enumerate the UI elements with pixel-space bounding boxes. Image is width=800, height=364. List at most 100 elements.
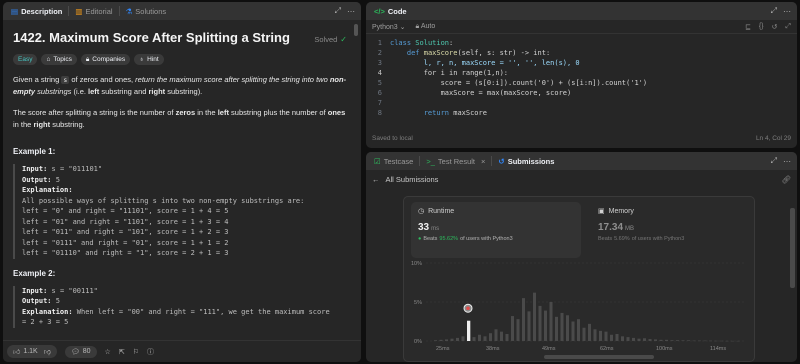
histogram-bar bbox=[505, 333, 509, 341]
runtime-value: 33 ms bbox=[418, 222, 440, 233]
language-select[interactable]: Python3 ⌄ bbox=[372, 23, 406, 31]
histogram-bar bbox=[670, 340, 674, 341]
editor-statusbar: Saved to local Ln 4, Col 29 bbox=[366, 128, 797, 148]
x-tick-label: 38ms bbox=[486, 346, 500, 352]
x-tick-label: 62ms bbox=[600, 346, 614, 352]
histogram-bar bbox=[445, 339, 449, 341]
memory-card[interactable]: ▣ Memory 17.34 MB Beats 5.69% of users wit… bbox=[591, 202, 751, 258]
all-submissions-link[interactable]: All Submissions bbox=[386, 175, 439, 184]
memory-beats: Beats 5.69% of users with Python3 bbox=[598, 236, 685, 242]
tab-editorial[interactable]: ▥ Editorial bbox=[71, 4, 116, 18]
histogram-bar bbox=[643, 338, 647, 341]
user-avatar-dot bbox=[466, 306, 470, 311]
companies-button[interactable]: 🔒︎ Companies bbox=[80, 54, 131, 65]
history-icon: ↺ bbox=[498, 156, 505, 166]
close-icon[interactable]: × bbox=[481, 157, 485, 166]
topics-button[interactable]: ⌂ Topics bbox=[41, 54, 77, 65]
more-icon[interactable]: ⋯ bbox=[347, 7, 355, 16]
histogram-bar bbox=[604, 331, 608, 341]
histogram-bar bbox=[439, 339, 443, 341]
histogram-bar bbox=[522, 298, 526, 341]
editorial-icon: ▥ bbox=[75, 6, 83, 16]
memory-value: 17.34 MB bbox=[598, 222, 635, 233]
histogram-bar bbox=[632, 337, 636, 341]
histogram-bar bbox=[516, 319, 520, 341]
feedback-icon[interactable]: ⚐ bbox=[133, 348, 139, 356]
tab-solutions[interactable]: ⚗ Solutions bbox=[122, 4, 171, 18]
terminal-icon: >_ bbox=[426, 156, 435, 166]
histogram-bar bbox=[483, 336, 487, 341]
code-editor[interactable]: 1 class Solution: 2 def maxScore(self, s:… bbox=[366, 34, 797, 126]
histogram-bar bbox=[434, 340, 438, 341]
histogram-bar bbox=[698, 340, 702, 342]
solutions-icon: ⚗ bbox=[125, 6, 133, 16]
expand-icon[interactable]: ⤢ bbox=[771, 6, 777, 16]
lightbulb-icon: ♁ bbox=[139, 56, 145, 63]
tab-test-result[interactable]: >_ Test Result × bbox=[422, 154, 489, 168]
tab-testcase[interactable]: ☑ Testcase bbox=[370, 154, 417, 168]
autocomplete-toggle[interactable]: 🔒︎ Auto bbox=[416, 23, 436, 31]
y-tick-label: 5% bbox=[414, 300, 422, 306]
reset-icon[interactable]: ↺ bbox=[772, 23, 778, 31]
tab-code[interactable]: </> Code bbox=[370, 4, 411, 18]
help-icon[interactable]: ⓘ bbox=[147, 347, 154, 357]
more-icon[interactable]: ⋯ bbox=[783, 157, 791, 166]
link-icon[interactable]: 🔗︎ bbox=[781, 175, 791, 184]
fullscreen-icon[interactable]: ⤢ bbox=[785, 23, 791, 31]
expand-icon[interactable]: ⤢ bbox=[335, 6, 341, 16]
save-status: Saved to local bbox=[372, 134, 413, 142]
chip-icon: ▣ bbox=[598, 208, 605, 215]
hint-button[interactable]: ♁ Hint bbox=[134, 54, 164, 65]
histogram-bar bbox=[478, 334, 482, 341]
histogram-bar bbox=[610, 334, 614, 341]
histogram-bar bbox=[687, 340, 691, 341]
difficulty-badge: Easy bbox=[13, 54, 38, 65]
histogram-bar bbox=[456, 337, 460, 341]
problem-content: 1422. Maximum Score After Splitting a St… bbox=[3, 20, 361, 334]
code-icon: </> bbox=[374, 6, 385, 16]
histogram-bar bbox=[538, 305, 542, 341]
example-1-heading: Example 1: bbox=[13, 147, 56, 156]
share-icon[interactable]: ⇱ bbox=[119, 348, 125, 356]
histogram-bar bbox=[692, 340, 696, 342]
tab-description[interactable]: ▤ Description bbox=[7, 4, 66, 18]
tab-divider bbox=[68, 6, 70, 16]
description-tabbar: ▤ Description ▥ Editorial ⚗ Solutions ⤢ … bbox=[3, 2, 361, 20]
submissions-header: ← All Submissions 🔗︎ bbox=[366, 170, 797, 188]
editor-actions: ⊑ {} ↺ ⤢ bbox=[745, 23, 791, 31]
more-icon[interactable]: ⋯ bbox=[783, 7, 791, 16]
tab-submissions[interactable]: ↺ Submissions bbox=[494, 154, 558, 168]
histogram-bar bbox=[527, 311, 531, 341]
code-toolbar: Python3 ⌄ 🔒︎ Auto ⊑ {} ↺ ⤢ bbox=[366, 20, 797, 34]
format-braces-icon[interactable]: {} bbox=[759, 23, 764, 31]
back-arrow-icon[interactable]: ← bbox=[372, 175, 380, 184]
runtime-beats: ● Beats 95.62% of users with Python3 bbox=[418, 236, 513, 242]
like-button[interactable]: 👍︎ 1.1K 👎︎ bbox=[7, 345, 57, 358]
histogram-bar bbox=[461, 336, 465, 341]
histogram-bar bbox=[626, 337, 630, 341]
comments-button[interactable]: 💬︎ 80 bbox=[64, 345, 97, 358]
star-icon[interactable]: ☆ bbox=[105, 348, 111, 356]
histogram-bar bbox=[703, 340, 707, 342]
results-panel-controls: ⤢ ⋯ bbox=[771, 152, 791, 170]
histogram-bar bbox=[549, 302, 553, 341]
chart-horizontal-scrollbar[interactable] bbox=[544, 355, 654, 359]
histogram-bar bbox=[659, 339, 663, 341]
description-scrollbar[interactable] bbox=[354, 24, 358, 36]
runtime-card[interactable]: ◷ Runtime 33 ms ● Beats 95.62% of users wi… bbox=[411, 202, 581, 258]
y-tick-label: 0% bbox=[414, 339, 422, 345]
submissions-panel: ☑ Testcase >_ Test Result × ↺ Submission… bbox=[366, 152, 797, 362]
code-tabbar: </> Code ⤢ ⋯ bbox=[366, 2, 797, 20]
histogram-bar bbox=[720, 340, 724, 342]
comment-icon: 💬︎ bbox=[70, 348, 80, 356]
results-scrollbar[interactable] bbox=[790, 208, 795, 288]
x-tick-label: 114ms bbox=[710, 346, 726, 352]
histogram-bar bbox=[582, 327, 586, 341]
chevron-down-icon: ⌄ bbox=[399, 23, 406, 31]
expand-icon[interactable]: ⤢ bbox=[771, 156, 777, 166]
bookmark-icon[interactable]: ⊑ bbox=[745, 23, 751, 31]
histogram-bar bbox=[571, 321, 575, 341]
histogram-bar bbox=[615, 333, 619, 341]
histogram-bar bbox=[577, 319, 581, 341]
histogram-bar bbox=[566, 315, 570, 341]
